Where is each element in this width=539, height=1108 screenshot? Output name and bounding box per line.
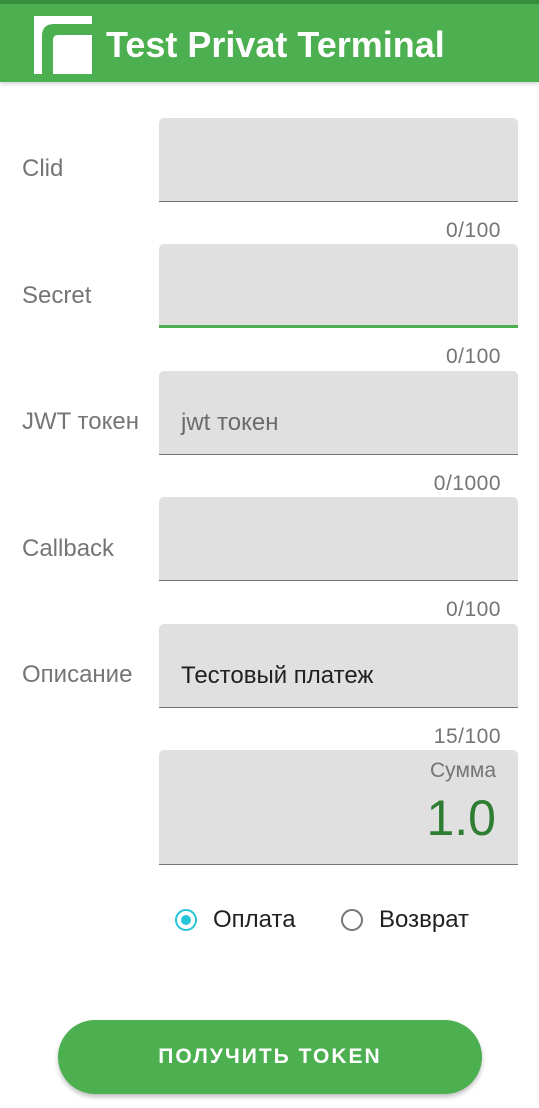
amount-value: 1.0: [426, 790, 496, 846]
payment-radio-label: Оплата: [213, 906, 296, 933]
app-title: Test Privat Terminal: [106, 24, 445, 65]
clid-input[interactable]: [159, 118, 518, 202]
jwt-token-input[interactable]: jwt токен: [159, 371, 518, 455]
app-bar: Test Privat Terminal: [0, 4, 539, 82]
amount-input[interactable]: Сумма 1.0: [159, 750, 518, 865]
description-input-value: Тестовый платеж: [181, 662, 374, 689]
radio-dot-icon: [181, 915, 191, 925]
radio-unchecked-icon: [341, 909, 363, 931]
get-token-button[interactable]: ПОЛУЧИТЬ TOKEN: [58, 1020, 482, 1094]
amount-label: Сумма: [430, 759, 496, 782]
secret-counter: 0/100: [445, 345, 501, 368]
secret-label: Secret: [22, 282, 92, 309]
privatbank-logo-icon: [34, 16, 92, 74]
jwt-token-label: JWT токен: [22, 408, 139, 435]
radio-checked-icon: [175, 909, 197, 931]
callback-input[interactable]: [159, 497, 518, 581]
description-label: Описание: [22, 661, 133, 688]
description-input[interactable]: Тестовый платеж: [159, 624, 518, 708]
secret-input[interactable]: [159, 244, 518, 328]
jwt-token-placeholder: jwt токен: [181, 409, 279, 436]
refund-radio-label: Возврат: [379, 906, 469, 933]
callback-counter: 0/100: [445, 598, 501, 621]
clid-label: Clid: [22, 155, 64, 182]
clid-counter: 0/100: [445, 219, 501, 242]
description-counter: 15/100: [433, 725, 501, 748]
callback-label: Callback: [22, 535, 115, 562]
jwt-token-counter: 0/1000: [433, 472, 501, 495]
